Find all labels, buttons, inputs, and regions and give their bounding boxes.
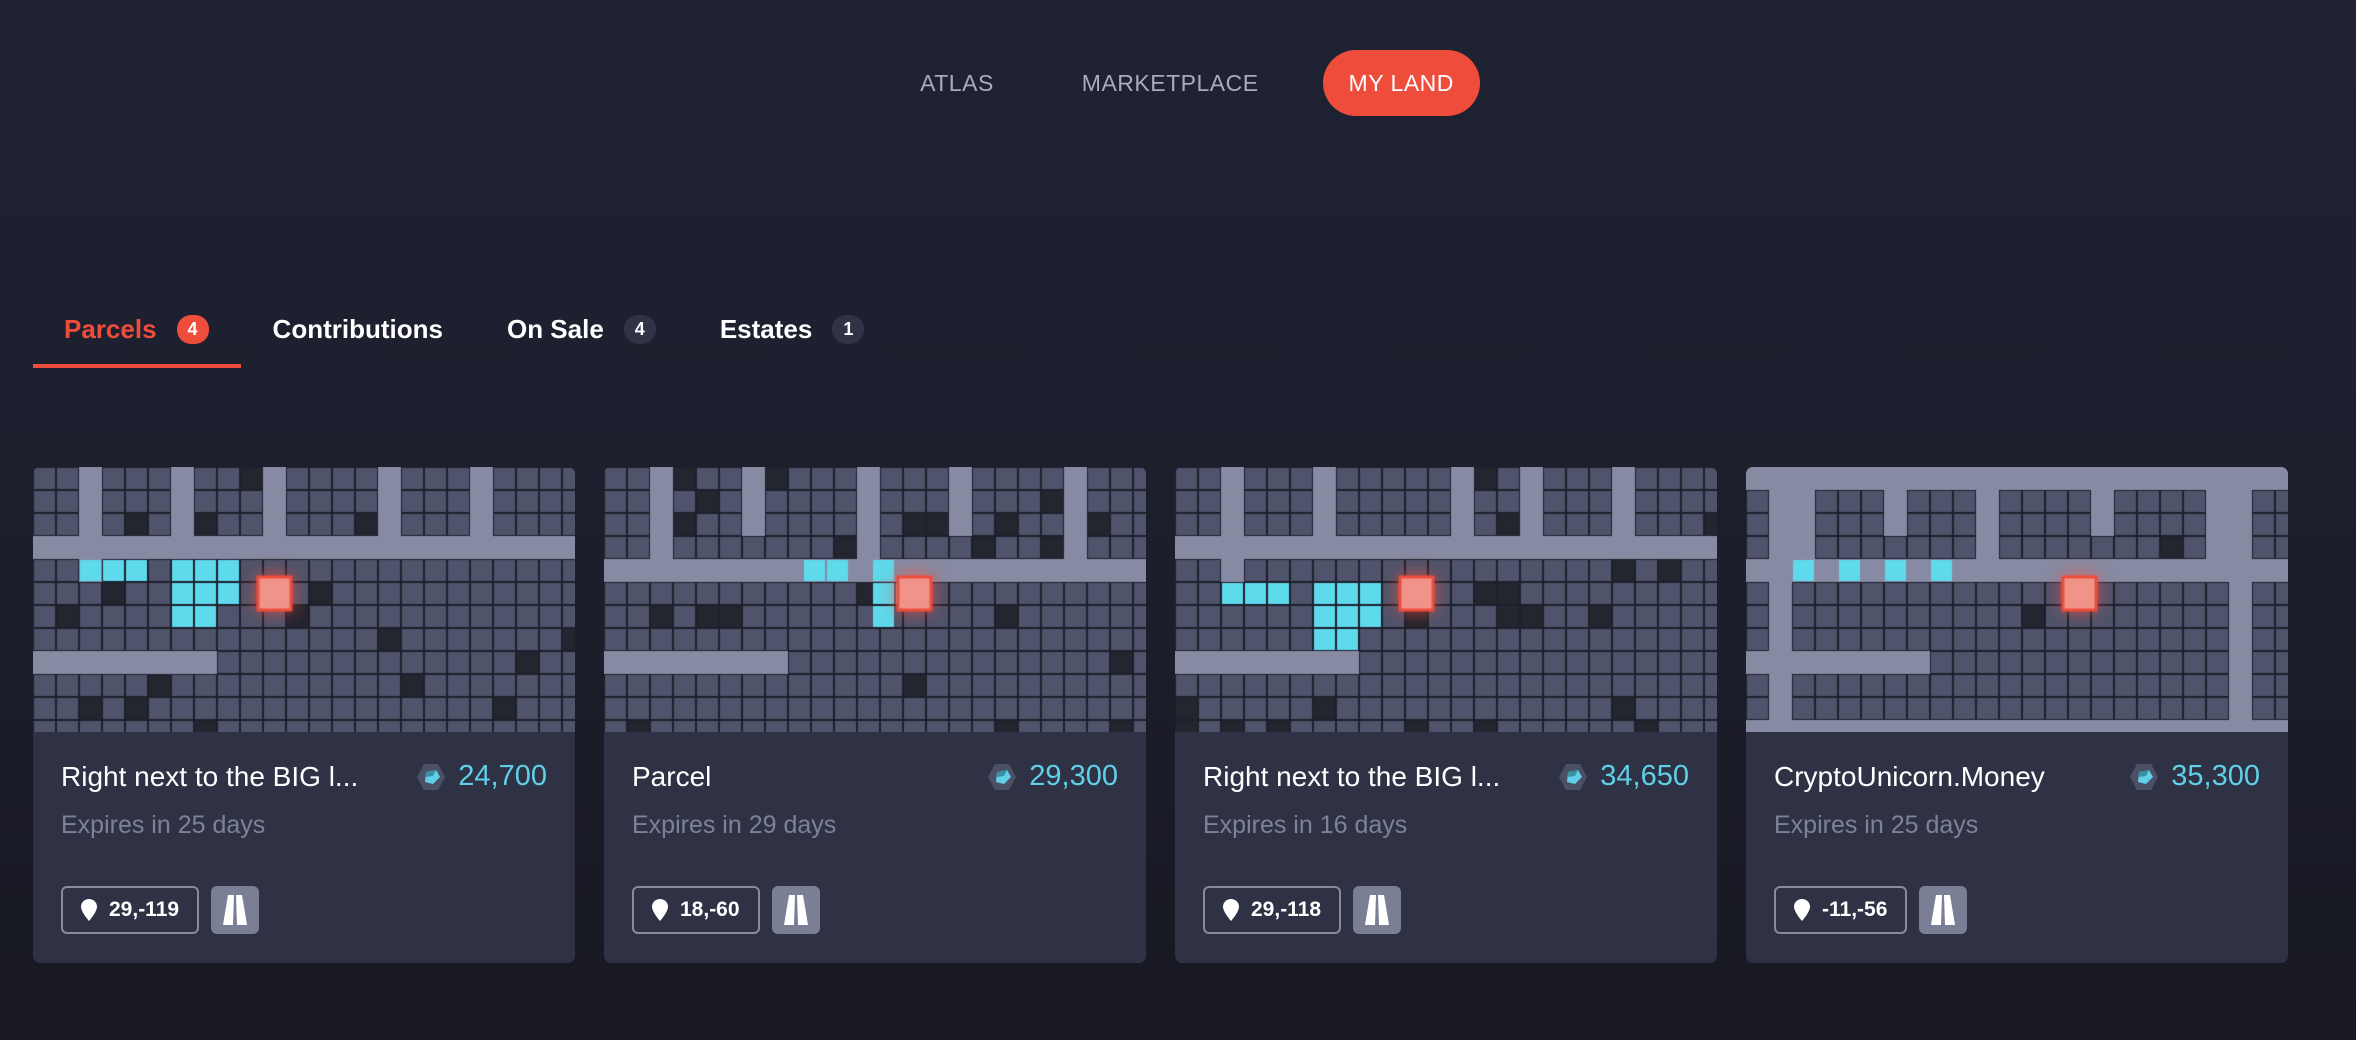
parcel-title: Right next to the BIG l... xyxy=(61,760,359,792)
parcel-map xyxy=(604,467,1146,732)
parcel-info: Right next to the BIG l... 24,700 Expire… xyxy=(33,760,575,934)
parcel-price: 24,700 xyxy=(416,760,547,793)
road-adjacent-badge xyxy=(1353,886,1402,934)
parcel-card[interactable]: Right next to the BIG l... 34,650 Expire… xyxy=(1175,467,1717,963)
price-value: 34,650 xyxy=(1600,760,1689,792)
expiry-text: Expires in 25 days xyxy=(1774,811,1979,839)
parcel-map xyxy=(1746,467,2288,732)
coordinates-value: 29,-119 xyxy=(109,898,180,921)
nav-marketplace[interactable]: MARKETPLACE xyxy=(1038,50,1303,116)
parcel-title: CryptoUnicorn.Money xyxy=(1774,760,2045,792)
expiry-text: Expires in 29 days xyxy=(632,811,837,839)
parcel-card[interactable]: Parcel 29,300 Expires in 29 days 18,-60 xyxy=(604,467,1146,963)
mana-icon xyxy=(1559,763,1588,790)
road-adjacent-badge xyxy=(1919,886,1968,934)
tab-label: Contributions xyxy=(272,313,443,344)
count-badge: 4 xyxy=(623,314,656,344)
expiry-text: Expires in 16 days xyxy=(1203,811,1408,839)
parcel-card[interactable]: Right next to the BIG l... 24,700 Expire… xyxy=(33,467,575,963)
parcel-info: Right next to the BIG l... 34,650 Expire… xyxy=(1175,760,1717,934)
road-adjacent-badge xyxy=(771,886,820,934)
parcel-info: CryptoUnicorn.Money 35,300 Expires in 25… xyxy=(1746,760,2288,934)
nav-atlas[interactable]: ATLAS xyxy=(876,50,1038,116)
tab-contributions[interactable]: Contributions xyxy=(241,296,475,362)
coordinates-tag[interactable]: -11,-56 xyxy=(1774,886,1908,934)
parcel-info: Parcel 29,300 Expires in 29 days 18,-60 xyxy=(604,760,1146,934)
road-icon xyxy=(783,895,808,925)
count-badge: 1 xyxy=(832,314,865,344)
parcel-map xyxy=(33,467,575,732)
location-pin-icon xyxy=(1223,899,1239,921)
parcel-title: Right next to the BIG l... xyxy=(1203,760,1501,792)
parcel-map xyxy=(1175,467,1717,732)
tab-label: Parcels xyxy=(64,313,157,344)
location-pin-icon xyxy=(1794,899,1810,921)
nav-my-land[interactable]: MY LAND xyxy=(1322,50,1480,116)
road-adjacent-badge xyxy=(211,886,260,934)
road-icon xyxy=(1365,895,1390,925)
coordinates-tag[interactable]: 29,-119 xyxy=(61,886,200,934)
coordinates-tag[interactable]: 18,-60 xyxy=(632,886,760,934)
price-value: 24,700 xyxy=(458,760,547,792)
expiry-text: Expires in 25 days xyxy=(61,811,266,839)
mana-icon xyxy=(2130,763,2159,790)
coordinates-tag[interactable]: 29,-118 xyxy=(1203,886,1342,934)
tab-estates[interactable]: Estates 1 xyxy=(688,296,897,362)
parcel-cards: Right next to the BIG l... 24,700 Expire… xyxy=(33,467,2288,963)
parcel-title: Parcel xyxy=(632,760,712,792)
parcel-card[interactable]: CryptoUnicorn.Money 35,300 Expires in 25… xyxy=(1746,467,2288,963)
price-value: 29,300 xyxy=(1029,760,1118,792)
coordinates-value: 29,-118 xyxy=(1251,898,1322,921)
mana-icon xyxy=(988,763,1017,790)
tab-parcels[interactable]: Parcels 4 xyxy=(33,296,241,368)
location-pin-icon xyxy=(652,899,668,921)
location-pin-icon xyxy=(81,899,97,921)
road-icon xyxy=(223,895,248,925)
tab-label: On Sale xyxy=(506,313,604,344)
price-value: 35,300 xyxy=(2171,760,2260,792)
coordinates-value: 18,-60 xyxy=(680,898,740,921)
tab-on-sale[interactable]: On Sale 4 xyxy=(475,296,688,362)
count-badge: 4 xyxy=(176,314,209,344)
parcel-price: 34,650 xyxy=(1558,760,1689,793)
mana-icon xyxy=(417,763,446,790)
land-tabs: Parcels 4 Contributions On Sale 4 Estates 1 xyxy=(33,296,897,368)
road-icon xyxy=(1931,895,1956,925)
coordinates-value: -11,-56 xyxy=(1822,898,1888,921)
parcel-price: 35,300 xyxy=(2129,760,2260,793)
parcel-price: 29,300 xyxy=(987,760,1118,793)
top-nav: ATLAS MARKETPLACE MY LAND xyxy=(0,50,2356,116)
tab-label: Estates xyxy=(719,313,813,344)
